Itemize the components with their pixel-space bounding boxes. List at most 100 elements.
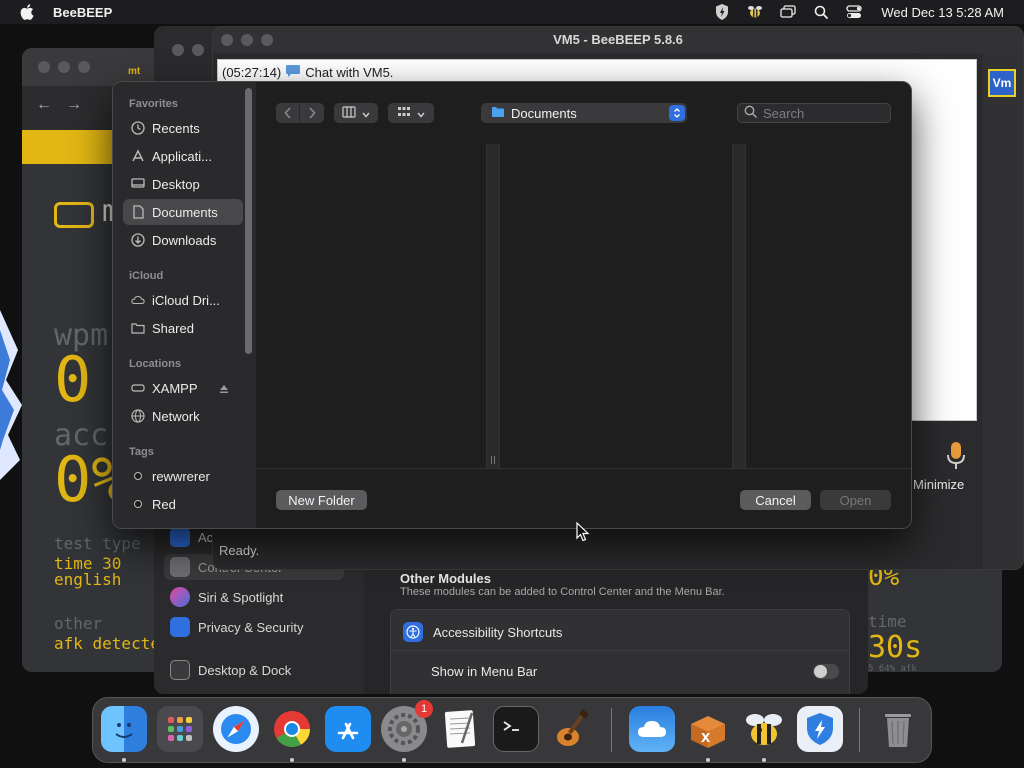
sidebar-item-recents[interactable]: Recents	[123, 115, 243, 141]
monkeytype-logo-icon[interactable]	[54, 202, 94, 228]
column-view-button[interactable]	[334, 103, 378, 123]
weather-icon[interactable]	[629, 706, 675, 752]
sidebar-item-xampp[interactable]: XAMPP	[123, 375, 243, 401]
sidebar-item-label: O	[152, 525, 162, 529]
beebeep-user-panel: Vm	[983, 53, 1023, 569]
sidebar-scrollbar[interactable]	[245, 88, 252, 354]
settings-item-siri[interactable]: Siri & Spotlight	[164, 584, 344, 610]
column-browser[interactable]	[256, 144, 911, 468]
svg-text:X: X	[701, 731, 711, 745]
eject-icon[interactable]	[219, 382, 229, 397]
settings-item-privacy[interactable]: Privacy & Security	[164, 614, 344, 640]
right-time-label: time	[868, 612, 907, 631]
sidebar-item-shared[interactable]: Shared	[123, 315, 243, 341]
safari-icon[interactable]	[213, 706, 259, 752]
applications-icon	[131, 149, 145, 163]
mouse-cursor-icon	[576, 522, 590, 542]
running-indicator	[290, 758, 294, 762]
wpm-value: 0	[54, 343, 92, 416]
sidebar-item-tag-partial[interactable]: O	[123, 519, 243, 529]
sidebar-item-label: Desktop	[152, 176, 200, 192]
sidebar-item-downloads[interactable]: Downloads	[123, 227, 243, 253]
shield-menu-icon[interactable]	[714, 4, 730, 20]
sidebar-item-network[interactable]: Network	[123, 403, 243, 429]
divider	[391, 650, 849, 651]
shield-icon[interactable]	[797, 706, 843, 752]
bee-menu-icon[interactable]	[747, 4, 763, 20]
app-store-icon[interactable]	[325, 706, 371, 752]
sidebar-item-tag-rewwrerer[interactable]: rewwrerer	[123, 463, 243, 489]
settings-item-desktop-dock[interactable]: Desktop & Dock	[164, 657, 344, 683]
search-input[interactable]	[763, 105, 883, 121]
control-center-icon[interactable]	[846, 4, 863, 20]
settings-item-label: Siri & Spotlight	[198, 589, 284, 605]
app-menu-name[interactable]: BeeBEEP	[53, 5, 112, 20]
sidebar-item-label: rewwrerer	[152, 468, 210, 484]
location-popup[interactable]: Documents	[481, 103, 687, 123]
sidebar-item-label: Shared	[152, 320, 194, 336]
sidebar-item-label: Documents	[152, 204, 218, 220]
accessibility-icon	[170, 527, 190, 547]
control-center-icon	[170, 557, 190, 577]
show-in-menu-bar-toggle[interactable]	[813, 664, 839, 679]
sidebar-item-icloud-drive[interactable]: iCloud Dri...	[123, 287, 243, 313]
search-field[interactable]	[737, 103, 891, 123]
finder-icon[interactable]	[101, 706, 147, 752]
beebeep-traffic-lights[interactable]	[221, 34, 273, 46]
dock: 1 X	[92, 697, 932, 763]
apple-menu-icon[interactable]	[20, 4, 34, 20]
show-in-menu-bar-label: Show in Menu Bar	[431, 664, 538, 679]
section-favorites: Favorites	[129, 98, 178, 110]
sidebar-item-label: Red	[152, 496, 176, 512]
microphone-icon[interactable]	[945, 441, 967, 471]
sidebar-item-applications[interactable]: Applicati...	[123, 143, 243, 169]
dialog-toolbar: Documents	[256, 82, 911, 144]
new-folder-button[interactable]: New Folder	[276, 490, 367, 510]
test-type-line2: english	[54, 570, 122, 589]
columns-icon	[342, 105, 356, 121]
browser-tab-title[interactable]: mt	[128, 66, 140, 77]
launchpad-icon[interactable]	[157, 706, 203, 752]
garageband-icon[interactable]	[549, 706, 595, 752]
sidebar-item-label: XAMPP	[152, 380, 198, 396]
column-divider[interactable]	[486, 144, 500, 468]
menubar-clock[interactable]: Wed Dec 13 5:28 AM	[881, 5, 1004, 20]
settings-icon[interactable]: 1	[381, 700, 433, 752]
terminal-icon[interactable]	[493, 706, 539, 752]
back-arrow-icon[interactable]: ←	[36, 96, 52, 114]
forward-button[interactable]	[300, 103, 324, 123]
spotlight-search-icon[interactable]	[813, 4, 829, 20]
bee-icon[interactable]	[741, 706, 787, 752]
accessibility-icon	[403, 622, 423, 642]
open-file-dialog: Favorites Recents Applicati... Desktop D…	[112, 81, 912, 529]
windows-menu-icon[interactable]	[780, 4, 797, 20]
chat-timestamp: (05:27:14)	[222, 65, 282, 80]
section-icloud: iCloud	[129, 270, 164, 282]
column-resize-grip[interactable]	[491, 456, 495, 464]
other-modules-subtitle: These modules can be added to Control Ce…	[400, 586, 725, 598]
xampp-icon[interactable]: X	[685, 706, 731, 752]
chrome-icon[interactable]	[269, 706, 315, 752]
textedit-icon[interactable]	[437, 706, 483, 752]
back-button[interactable]	[276, 103, 300, 123]
dock-separator	[611, 708, 612, 752]
search-icon	[744, 105, 757, 121]
user-avatar[interactable]: Vm	[988, 69, 1016, 97]
section-tags: Tags	[129, 446, 154, 458]
other-value: afk detected	[54, 634, 170, 653]
document-icon	[131, 205, 145, 219]
folder-icon	[491, 106, 505, 121]
sidebar-item-desktop[interactable]: Desktop	[123, 171, 243, 197]
sidebar-item-documents[interactable]: Documents	[123, 199, 243, 225]
column-divider[interactable]	[732, 144, 746, 468]
trash-icon[interactable]	[875, 706, 921, 752]
group-by-button[interactable]	[388, 103, 434, 123]
forward-arrow-icon[interactable]: →	[66, 96, 82, 114]
cancel-button[interactable]: Cancel	[740, 490, 811, 510]
minimize-label[interactable]: Minimize	[913, 477, 964, 492]
sidebar-item-tag-red[interactable]: Red	[123, 491, 243, 517]
chat-header: Chat with VM5.	[305, 65, 394, 80]
browser-traffic-lights[interactable]	[38, 61, 90, 73]
open-button[interactable]: Open	[820, 490, 891, 510]
settings-item-label: Privacy & Security	[198, 619, 304, 635]
